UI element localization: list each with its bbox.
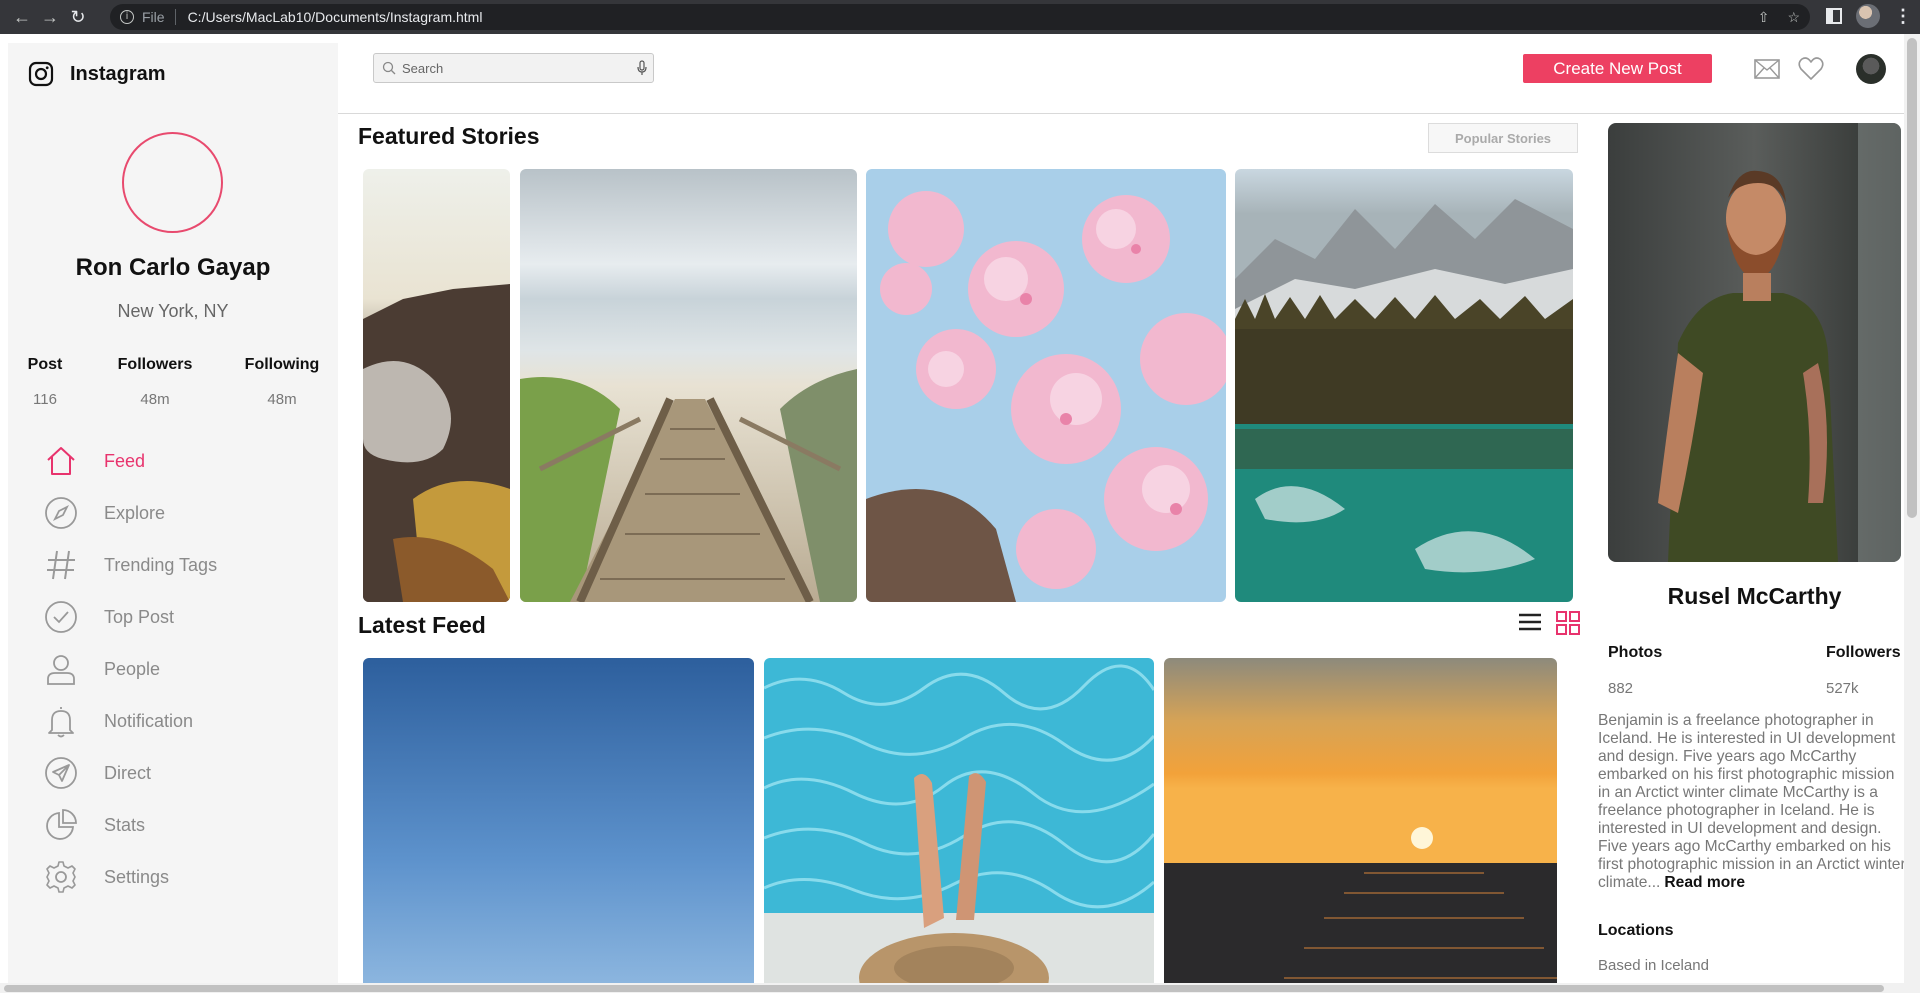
stat-label: Post [27,356,63,373]
profile-photos-value: 882 [1608,680,1634,697]
top-bar: Create New Post [338,34,1920,114]
sidebar-item-explore[interactable]: Explore [43,487,217,539]
compass-icon [43,495,79,531]
pie-chart-icon [43,807,79,843]
browser-profile-avatar[interactable] [1856,4,1880,28]
share-icon[interactable]: ⇧ [1758,9,1770,26]
sidebar-item-label: Notification [104,710,194,731]
mail-icon[interactable] [1754,59,1780,79]
sidebar-item-feed[interactable]: Feed [43,435,217,487]
sidebar-item-label: People [104,658,161,679]
sidebar-item-notification[interactable]: Notification [43,695,217,747]
vertical-scrollbar-thumb[interactable] [1907,38,1917,518]
sidebar-item-people[interactable]: People [43,643,217,695]
instagram-logo-icon [28,61,54,87]
sidebar-item-label: Top Post [104,606,175,627]
check-circle-icon [43,599,79,635]
list-view-icon[interactable] [1518,611,1542,633]
vertical-scrollbar[interactable] [1904,34,1920,993]
feed-post-pool[interactable] [764,658,1154,993]
read-more-link[interactable]: Read more [1664,874,1745,891]
feed-post-sky[interactable] [363,658,754,993]
stat-value: 48m [140,391,170,408]
profile-bio-text: Benjamin is a freelance photographer in … [1598,712,1906,891]
featured-stories-title: Featured Stories [358,123,540,149]
back-arrow-icon[interactable]: ← [8,0,36,34]
browser-menu-icon[interactable]: ⋮ [1894,6,1912,27]
profile-photo[interactable] [1608,123,1901,562]
story-card-cliffs[interactable] [363,169,510,602]
sidebar-item-label: Stats [104,814,146,835]
horizontal-scrollbar[interactable] [0,983,1904,993]
hashtag-icon [43,547,79,583]
reload-icon[interactable]: ↻ [64,0,92,34]
brand-name: Instagram [70,62,166,85]
top-actions [1754,54,1886,84]
location-value: Based in Iceland [1598,957,1709,974]
gear-icon [43,859,79,895]
story-card-boardwalk[interactable] [520,169,857,602]
url-scheme: File [142,9,176,25]
story-card-mountain-lake[interactable] [1235,169,1573,602]
profile-followers-label: Followers [1826,644,1901,661]
user-name: Ron Carlo Gayap [75,254,271,281]
bookmark-star-icon[interactable]: ☆ [1787,9,1800,26]
url-text[interactable]: C:/Users/MacLab10/Documents/Instagram.ht… [188,9,483,25]
create-new-post-button[interactable]: Create New Post [1523,54,1712,83]
sidebar-item-label: Settings [104,866,170,887]
sidebar-item-top-post[interactable]: Top Post [43,591,217,643]
address-bar[interactable]: i File C:/Users/MacLab10/Documents/Insta… [110,4,1810,30]
send-icon [43,755,79,791]
stat-label: Followers [117,356,193,373]
stat-label: Following [244,356,320,373]
stat-value: 48m [267,391,297,408]
sidebar-item-trending-tags[interactable]: Trending Tags [43,539,217,591]
browser-toolbar: ← → ↻ i File C:/Users/MacLab10/Documents… [0,0,1920,34]
user-avatar[interactable] [122,132,223,233]
feed-post-sunset[interactable] [1164,658,1557,993]
popular-stories-button[interactable]: Popular Stories [1428,123,1578,153]
home-icon [43,443,79,479]
bell-icon [43,703,79,739]
sidebar-item-direct[interactable]: Direct [43,747,217,799]
sidebar-menu: Feed Explore Trending Tags Top Post Peop… [43,435,217,903]
stat-posts: Post 116 [23,356,67,408]
profile-bio: Benjamin is a freelance photographer in … [1598,712,1908,892]
latest-feed-title: Latest Feed [358,612,486,638]
sidebar-item-label: Feed [104,450,146,471]
account-avatar[interactable] [1856,54,1886,84]
person-icon [43,651,79,687]
locations-label: Locations [1598,922,1674,939]
sidebar-item-settings[interactable]: Settings [43,851,217,903]
info-icon[interactable]: i [120,10,134,24]
side-panel-icon[interactable] [1826,8,1842,24]
search-box[interactable] [373,53,654,83]
search-input[interactable] [402,60,622,76]
profile-followers-value: 527k [1826,680,1859,697]
grid-view-icon[interactable] [1556,611,1580,635]
sidebar: Instagram Ron Carlo Gayap New York, NY P… [8,43,338,993]
sidebar-item-label: Direct [104,762,152,783]
sidebar-item-label: Trending Tags [104,554,218,575]
story-card-blossoms[interactable] [866,169,1226,602]
forward-arrow-icon[interactable]: → [36,0,64,34]
sidebar-item-stats[interactable]: Stats [43,799,217,851]
brand[interactable]: Instagram [28,61,166,87]
microphone-icon[interactable] [637,60,647,76]
stat-following: Following 48m [240,356,324,408]
heart-icon[interactable] [1798,57,1824,81]
user-location: New York, NY [117,301,229,321]
view-toggle [1518,611,1580,635]
profile-name: Rusel McCarthy [1667,583,1842,609]
stat-followers: Followers 48m [113,356,197,408]
search-icon [382,61,396,75]
horizontal-scrollbar-thumb[interactable] [4,985,1884,992]
profile-photos-label: Photos [1608,644,1663,661]
stat-value: 116 [33,391,57,408]
sidebar-item-label: Explore [104,502,166,523]
